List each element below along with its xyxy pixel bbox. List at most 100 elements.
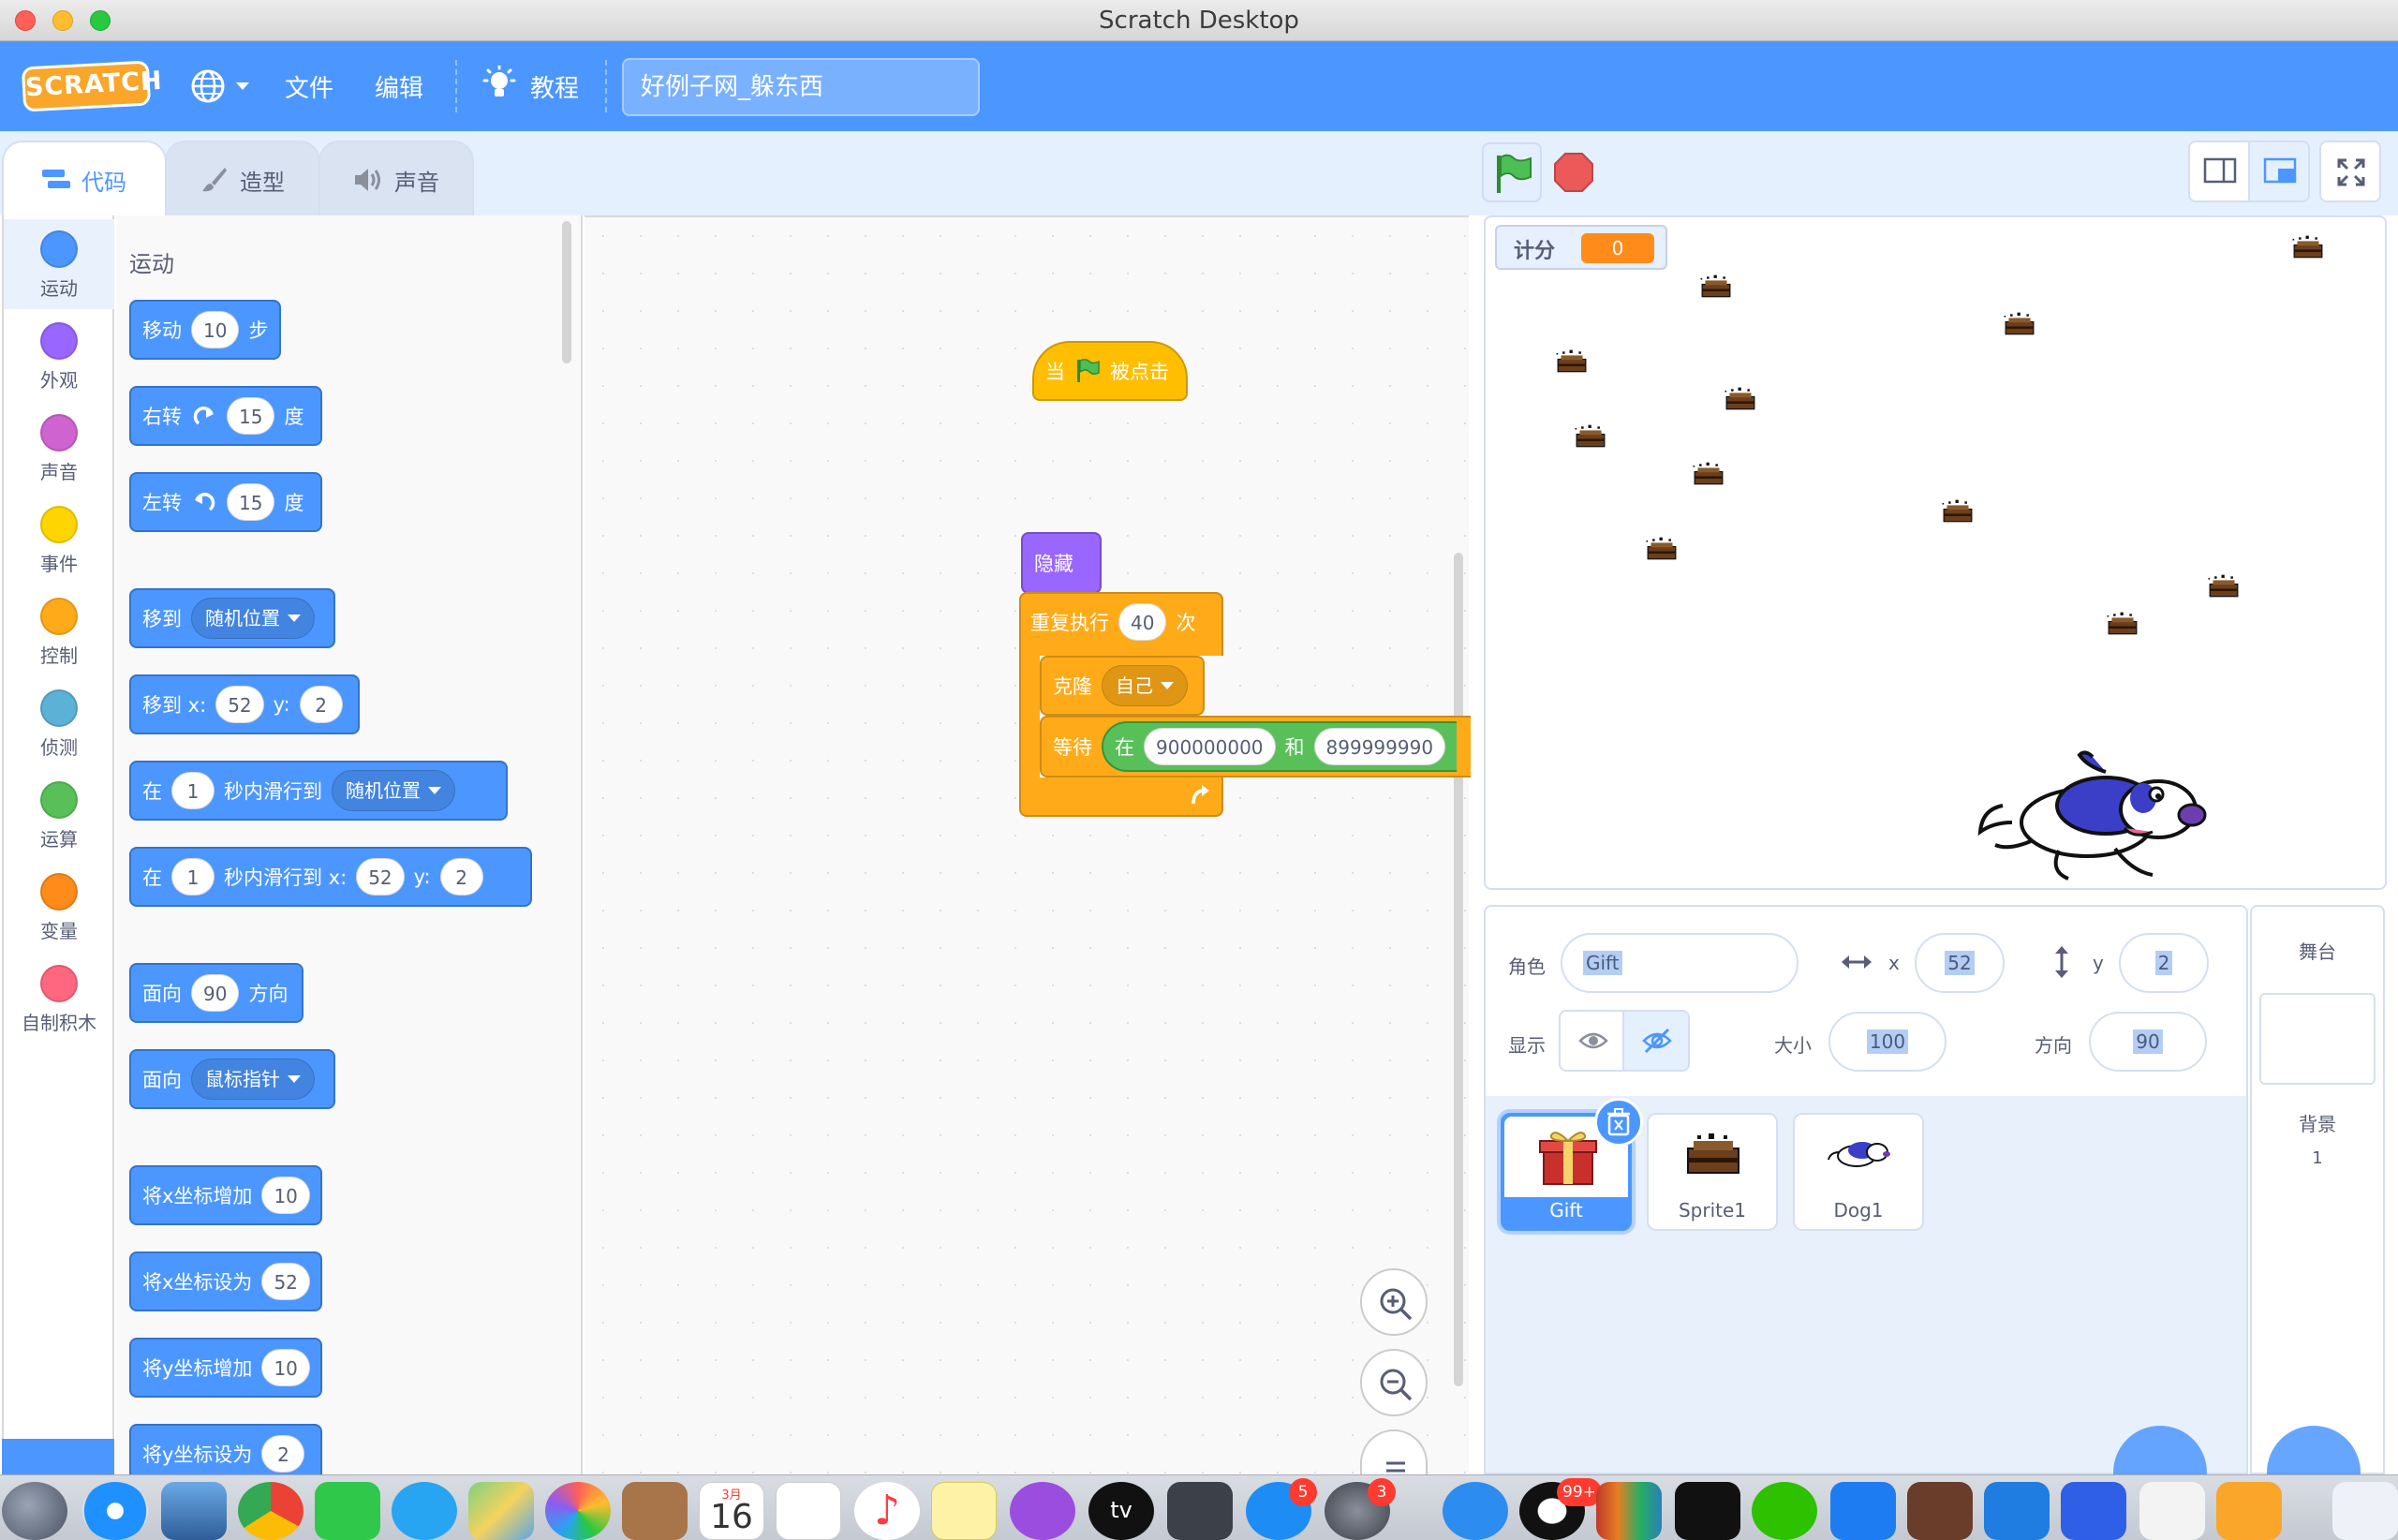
textedit-icon[interactable]: [2139, 1482, 2205, 1540]
downloads-stack-icon[interactable]: [2332, 1482, 2398, 1540]
stop-button[interactable]: [1553, 152, 1594, 193]
palette-scrollbar[interactable]: [562, 221, 571, 363]
operator-random-block[interactable]: 在 900000000 和 899999990: [1102, 721, 1458, 772]
tab-costumes[interactable]: 造型: [165, 141, 320, 217]
script-workspace[interactable]: [585, 215, 1469, 1474]
show-sprite-button[interactable]: [1561, 1012, 1625, 1070]
block-goto-xy[interactable]: 移到 x: 52 y: 2: [129, 674, 360, 734]
block-input[interactable]: 1: [171, 858, 215, 896]
category-item[interactable]: 运算: [4, 770, 114, 860]
qq-icon[interactable]: 99+: [1519, 1478, 1602, 1540]
category-item[interactable]: 侦测: [4, 678, 114, 768]
block-point-towards[interactable]: 面向 鼠标指针: [129, 1049, 335, 1109]
dingtalk-icon[interactable]: [1443, 1482, 1508, 1540]
block-input[interactable]: 52: [215, 686, 264, 723]
system-preferences-icon[interactable]: 3: [1325, 1478, 1396, 1540]
language-menu[interactable]: [189, 64, 255, 107]
screenshot-icon[interactable]: [1167, 1482, 1233, 1540]
block-input[interactable]: 52: [261, 1263, 310, 1300]
wechat-icon[interactable]: [1752, 1482, 1817, 1540]
wps-icon[interactable]: [2061, 1482, 2126, 1540]
notes-icon[interactable]: [931, 1482, 997, 1540]
reminders-icon[interactable]: [776, 1482, 841, 1540]
contacts-icon[interactable]: [622, 1482, 688, 1540]
project-title-input[interactable]: 好例子网_躲东西: [622, 58, 980, 116]
block-dropdown[interactable]: 鼠标指针: [191, 1059, 315, 1100]
books-icon[interactable]: [1596, 1482, 1662, 1540]
block-input[interactable]: 1: [171, 772, 215, 809]
block-dropdown[interactable]: 随机位置: [332, 770, 455, 811]
category-item[interactable]: 运动: [4, 219, 114, 309]
music-icon[interactable]: ♪: [854, 1482, 920, 1540]
block-input[interactable]: 2: [439, 858, 483, 896]
edit-menu[interactable]: 编辑: [375, 69, 423, 104]
block-input[interactable]: 2: [299, 686, 343, 723]
category-item[interactable]: 自制积木: [4, 954, 114, 1044]
block-input[interactable]: 52: [356, 858, 405, 896]
category-item[interactable]: 声音: [4, 403, 114, 493]
block-input[interactable]: 15: [227, 483, 275, 521]
tab-code[interactable]: 代码: [2, 141, 167, 217]
category-item[interactable]: 外观: [4, 311, 114, 401]
category-item[interactable]: 变量: [4, 862, 114, 952]
block-dropdown[interactable]: 随机位置: [191, 598, 315, 639]
chrome-icon[interactable]: [238, 1482, 303, 1540]
workspace-scrollbar[interactable]: [1454, 553, 1463, 1386]
sprite-name-input[interactable]: Gift: [1561, 933, 1798, 993]
block-turn-right[interactable]: 右转 15 度: [129, 386, 322, 446]
hide-sprite-button[interactable]: [1624, 1012, 1688, 1070]
block-change-y[interactable]: 将y坐标增加 10: [129, 1338, 322, 1398]
maps-icon[interactable]: [468, 1482, 534, 1540]
zoom-in-button[interactable]: [1360, 1268, 1428, 1336]
x-input[interactable]: 52: [1915, 933, 2005, 993]
block-goto[interactable]: 移到 随机位置: [129, 588, 335, 648]
block-glide[interactable]: 在 1 秒内滑行到 随机位置: [129, 761, 508, 821]
direction-input[interactable]: 90: [2089, 1012, 2207, 1072]
tab-sounds[interactable]: 声音: [318, 141, 474, 217]
block-wait[interactable]: 等待 在 900000000 和 899999990: [1040, 716, 1471, 777]
block-create-clone[interactable]: 克隆 自己: [1040, 656, 1205, 716]
photos-icon[interactable]: [545, 1482, 611, 1540]
scratch-app-icon[interactable]: [2216, 1482, 2282, 1540]
block-input[interactable]: 10: [191, 311, 240, 348]
safari-icon[interactable]: [82, 1482, 148, 1540]
y-input[interactable]: 2: [2119, 933, 2209, 993]
scratch-logo[interactable]: SCRATCH: [21, 60, 163, 112]
file-menu[interactable]: 文件: [285, 69, 333, 104]
block-when-flag-clicked[interactable]: 当 被点击: [1032, 341, 1188, 401]
photo-booth-icon[interactable]: [1907, 1482, 1973, 1540]
block-input[interactable]: 10: [261, 1349, 310, 1386]
delete-sprite-button[interactable]: [1594, 1098, 1643, 1147]
terminal-icon[interactable]: [1675, 1482, 1740, 1540]
block-input[interactable]: 10: [261, 1177, 310, 1214]
teamviewer-icon[interactable]: [1830, 1482, 1896, 1540]
sprite-tile-dog1[interactable]: Dog1: [1793, 1113, 1924, 1231]
block-dropdown[interactable]: 自己: [1102, 665, 1188, 706]
block-hide[interactable]: 隐藏: [1021, 532, 1102, 594]
small-stage-button[interactable]: [2188, 141, 2250, 202]
block-input[interactable]: 900000000: [1144, 728, 1276, 765]
extension-button[interactable]: [2, 1439, 114, 1474]
launchpad-icon[interactable]: [2, 1482, 67, 1540]
stage-canvas[interactable]: [1484, 215, 2387, 890]
size-input[interactable]: 100: [1828, 1012, 1947, 1072]
block-input[interactable]: 899999990: [1313, 728, 1446, 765]
block-turn-left[interactable]: 左转 15 度: [129, 472, 322, 532]
block-input[interactable]: 40: [1118, 603, 1167, 641]
sprite-tile-sprite1[interactable]: Sprite1: [1647, 1113, 1778, 1231]
apple-tv-icon[interactable]: tv: [1088, 1482, 1154, 1540]
podcasts-icon[interactable]: [1010, 1482, 1075, 1540]
fullscreen-button[interactable]: [2319, 141, 2381, 202]
facetime-icon[interactable]: [315, 1482, 380, 1540]
block-glide-xy[interactable]: 在 1 秒内滑行到 x: 52 y: 2: [129, 847, 532, 907]
block-input[interactable]: 90: [191, 974, 240, 1012]
zoom-out-button[interactable]: [1360, 1349, 1428, 1416]
block-move-steps[interactable]: 移动 10 步: [129, 300, 281, 360]
category-item[interactable]: 控制: [4, 586, 114, 676]
block-point-direction[interactable]: 面向 90 方向: [129, 963, 303, 1023]
block-change-x[interactable]: 将x坐标增加 10: [129, 1165, 322, 1225]
block-input[interactable]: 15: [227, 397, 275, 435]
feishu-icon[interactable]: [1984, 1482, 2050, 1540]
large-stage-button[interactable]: [2248, 141, 2310, 202]
block-input[interactable]: 2: [261, 1435, 305, 1473]
